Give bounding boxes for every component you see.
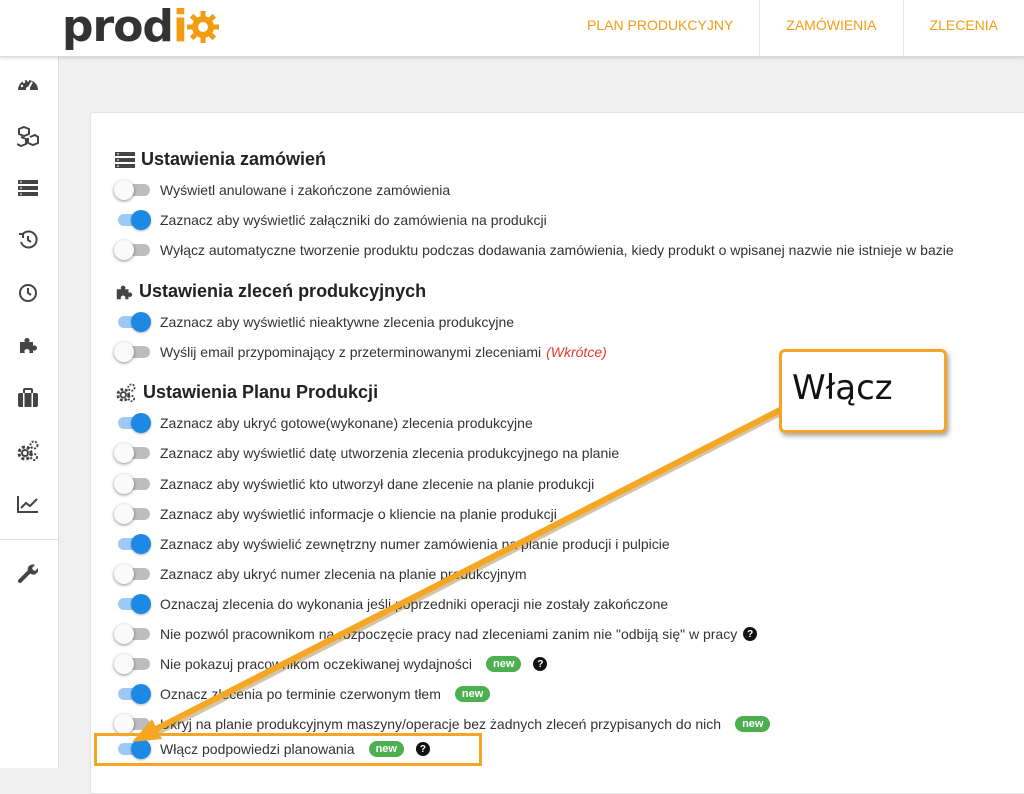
- new-badge: new: [486, 656, 522, 672]
- clock-icon[interactable]: [17, 282, 39, 304]
- sidebar: [0, 57, 59, 768]
- setting-label: Nie pokazuj pracownikom oczekiwanej wyda…: [160, 656, 473, 672]
- section-title-plan: Ustawienia Planu Produkcji: [115, 382, 378, 403]
- setting-label: Zaznacz aby wyświetlić załączniki do zam…: [160, 212, 547, 228]
- setting-row: Oznaczaj zlecenia do wykonania jeśli pop…: [114, 593, 668, 615]
- sidebar-divider: [0, 539, 58, 540]
- toggle-switch[interactable]: [114, 594, 151, 614]
- setting-row: Zaznacz aby wyświetlić datę utworzenia z…: [114, 442, 619, 464]
- toggle-switch[interactable]: [114, 312, 151, 332]
- setting-label: Zaznacz aby ukryć gotowe(wykonane) zlece…: [160, 415, 533, 431]
- main-nav: PLAN PRODUKCYJNY ZAMÓWIENIA ZLECENIA: [561, 0, 1024, 56]
- new-badge: new: [454, 686, 491, 702]
- setting-row: Zaznacz aby ukryć gotowe(wykonane) zlece…: [114, 412, 533, 434]
- section-title-text: Ustawienia Planu Produkcji: [143, 382, 379, 402]
- setting-row: Wyłącz automatyczne tworzenie produktu p…: [114, 239, 954, 261]
- setting-row: Nie pokazuj pracownikom oczekiwanej wyda…: [114, 653, 548, 675]
- nav-zamowienia[interactable]: ZAMÓWIENIA: [759, 0, 902, 56]
- chart-icon[interactable]: [17, 493, 39, 515]
- section-title-text: Ustawienia zleceń produkcyjnych: [139, 281, 427, 301]
- setting-label: Zaznacz aby wyświetlić datę utworzenia z…: [160, 445, 620, 461]
- dashboard-icon[interactable]: [17, 73, 39, 95]
- setting-row: Zaznacz aby wyświelić zewnętrzny numer z…: [114, 533, 670, 555]
- setting-row: Zaznacz aby wyświetlić kto utworzył dane…: [114, 473, 594, 495]
- setting-row: Zaznacz aby wyświetlić nieaktywne zlecen…: [114, 311, 514, 333]
- gear-logo-icon: [187, 11, 220, 43]
- coming-soon-note: (Wkrótce): [546, 344, 607, 360]
- setting-row: Zaznacz aby wyświetlić załączniki do zam…: [114, 209, 547, 231]
- setting-row: Wyślij email przypominający z przetermin…: [114, 341, 607, 363]
- history-icon[interactable]: [17, 229, 39, 251]
- toggle-switch[interactable]: [114, 714, 151, 734]
- setting-label: Zaznacz aby wyświetlić informacje o klie…: [160, 506, 557, 522]
- setting-label: Wyświetl anulowane i zakończone zamówien…: [160, 182, 451, 198]
- setting-row: Zaznacz aby wyświetlić informacje o klie…: [114, 503, 557, 525]
- briefcase-icon[interactable]: [17, 387, 39, 409]
- section-title-text: Ustawienia zamówień: [141, 149, 327, 169]
- wrench-icon[interactable]: [17, 562, 39, 584]
- cubes-icon[interactable]: [17, 125, 39, 147]
- toggle-switch[interactable]: [114, 654, 151, 674]
- toggle-switch[interactable]: [114, 684, 151, 704]
- nav-plan-produkcyjny[interactable]: PLAN PRODUKCYJNY: [561, 0, 759, 56]
- toggle-switch[interactable]: [114, 474, 151, 494]
- toggle-switch[interactable]: [114, 240, 151, 260]
- cogs-icon[interactable]: [17, 440, 39, 462]
- setting-row: Wyświetl anulowane i zakończone zamówien…: [114, 179, 450, 201]
- cogs-icon: [116, 382, 136, 402]
- annotation-highlight-box: [94, 733, 482, 766]
- setting-label: Zaznacz aby ukryć numer zlecenia na plan…: [160, 566, 527, 582]
- setting-label: Oznacz zlecenia po terminie czerwonym tł…: [160, 686, 441, 702]
- setting-label: Nie pozwól pracownikom na rozpoczęcie pr…: [160, 626, 738, 642]
- setting-label: Wyłącz automatyczne tworzenie produktu p…: [160, 242, 954, 258]
- help-icon[interactable]: ?: [533, 657, 548, 671]
- setting-row: Zaznacz aby ukryć numer zlecenia na plan…: [114, 563, 527, 585]
- list-icon: [115, 151, 135, 168]
- toggle-switch[interactable]: [114, 413, 151, 433]
- puzzle-icon: [116, 285, 133, 299]
- setting-row: Nie pozwól pracownikom na rozpoczęcie pr…: [114, 623, 758, 645]
- setting-row: Ukryj na planie produkcyjnym maszyny/ope…: [114, 713, 771, 735]
- setting-label: Ukryj na planie produkcyjnym maszyny/ope…: [160, 716, 722, 732]
- section-title-production-orders: Ustawienia zleceń produkcyjnych: [115, 281, 426, 302]
- toggle-switch[interactable]: [114, 564, 151, 584]
- nav-zlecenia[interactable]: ZLECENIA: [902, 0, 1024, 56]
- toggle-switch[interactable]: [114, 210, 151, 230]
- toggle-switch[interactable]: [114, 624, 151, 644]
- puzzle-icon[interactable]: [17, 334, 39, 356]
- setting-label: Wyślij email przypominający z przetermin…: [160, 344, 542, 360]
- toggle-switch[interactable]: [114, 534, 151, 554]
- setting-label: Zaznacz aby wyświetlić kto utworzył dane…: [160, 476, 595, 492]
- setting-row: Oznacz zlecenia po terminie czerwonym tł…: [114, 683, 491, 705]
- setting-label: Zaznacz aby wyświetlić nieaktywne zlecen…: [160, 314, 515, 330]
- help-icon[interactable]: ?: [743, 627, 758, 641]
- toggle-switch[interactable]: [114, 443, 151, 463]
- toggle-switch[interactable]: [114, 180, 151, 200]
- list-icon[interactable]: [17, 177, 39, 199]
- toggle-switch[interactable]: [114, 504, 151, 524]
- logo-text: prod: [62, 1, 174, 52]
- annotation-callout: Włącz: [779, 349, 947, 433]
- prodio-logo[interactable]: prod i: [62, 2, 221, 52]
- top-bar: prod i PLAN PRODUKCYJNY ZAMÓWIENIA ZLECEN…: [0, 0, 1024, 57]
- setting-label: Zaznacz aby wyświelić zewnętrzny numer z…: [160, 536, 670, 552]
- section-title-orders: Ustawienia zamówień: [115, 149, 326, 170]
- new-badge: new: [735, 716, 771, 732]
- setting-label: Oznaczaj zlecenia do wykonania jeśli pop…: [160, 596, 669, 612]
- toggle-switch[interactable]: [114, 342, 151, 362]
